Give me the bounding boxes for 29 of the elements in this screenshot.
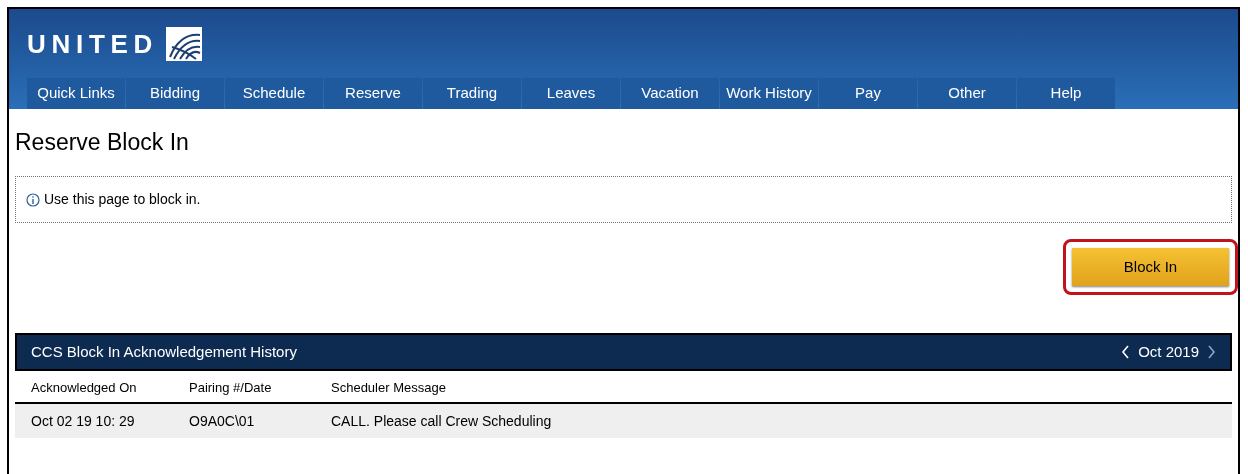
chevron-left-icon <box>1121 345 1131 359</box>
nav-tab[interactable]: Leaves <box>522 78 620 109</box>
nav-tab[interactable]: Other <box>918 78 1016 109</box>
nav-tab[interactable]: Vacation <box>621 78 719 109</box>
table-cell: O9A0C\01 <box>189 413 255 429</box>
table-cell: CALL. Please call Crew Scheduling <box>331 413 552 429</box>
block-in-button[interactable]: Block In <box>1072 248 1229 286</box>
chevron-right-icon <box>1207 345 1216 359</box>
column-header: Pairing #/Date <box>189 379 272 395</box>
table-cell: Oct 02 19 10: 29 <box>31 413 135 429</box>
nav-tab[interactable]: Schedule <box>225 78 323 109</box>
next-month-button[interactable] <box>1207 345 1216 359</box>
column-header: Acknowledged On <box>31 379 137 395</box>
info-text: Use this page to block in. <box>44 190 201 209</box>
column-header: Scheduler Message <box>331 379 446 395</box>
logo-text: UNITED <box>27 31 159 57</box>
nav-tab[interactable]: Work History <box>720 78 818 109</box>
previous-month-button[interactable] <box>1121 345 1131 359</box>
nav-tab[interactable]: Quick Links <box>27 78 125 109</box>
info-icon <box>26 192 40 207</box>
nav-tab[interactable]: Bidding <box>126 78 224 109</box>
nav-tab[interactable]: Pay <box>819 78 917 109</box>
month-label: Oct 2019 <box>1138 341 1199 362</box>
page-title: Reserve Block In <box>15 131 190 154</box>
nav-tab[interactable]: Reserve <box>324 78 422 109</box>
nav-tab[interactable]: Help <box>1017 78 1115 109</box>
globe-logo-icon <box>166 27 203 61</box>
nav-tab[interactable]: Trading <box>423 78 521 109</box>
history-title: CCS Block In Acknowledgement History <box>31 341 297 362</box>
